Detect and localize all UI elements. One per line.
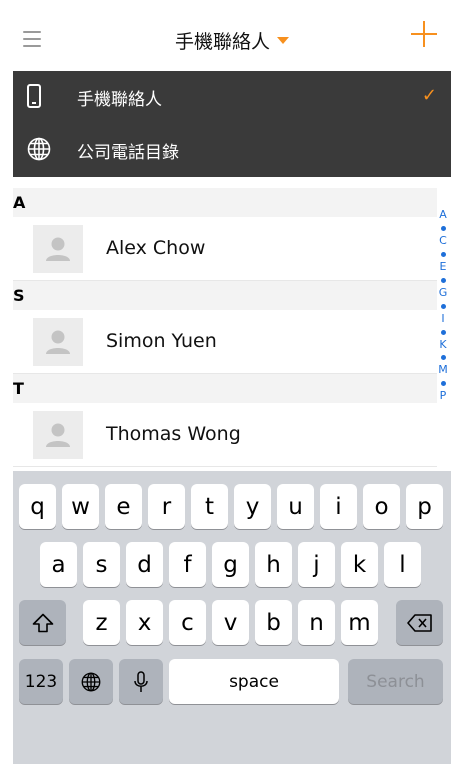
shift-key[interactable] [19,600,66,645]
globe-icon [27,137,51,161]
key-c[interactable]: c [169,600,206,645]
avatar [33,318,83,366]
section-header-t: T [13,374,437,403]
contact-row[interactable]: Thomas Wong [13,403,437,467]
backspace-icon [406,613,432,632]
globe-icon [81,672,101,691]
key-a[interactable]: a [40,542,77,587]
section-header-s: S [13,281,437,310]
dictation-key[interactable] [119,659,163,704]
key-s[interactable]: s [83,542,120,587]
index-letter[interactable]: C [439,234,447,247]
index-letter[interactable]: M [438,363,448,376]
contact-list: A Alex Chow S Simon Yuen T Thomas Wong [13,188,437,467]
index-letter[interactable]: E [440,260,447,273]
page-title: 手機聯絡人 [174,31,270,53]
key-j[interactable]: j [298,542,335,587]
person-icon [46,237,70,261]
dropdown-item-label: 手機聯絡人 [77,90,162,110]
key-f[interactable]: f [169,542,206,587]
title-dropdown-toggle[interactable]: 手機聯絡人 [13,27,451,54]
index-letter[interactable]: K [439,338,446,351]
dropdown-item-label: 公司電話目錄 [77,143,179,163]
key-l[interactable]: l [384,542,421,587]
index-letter[interactable]: A [439,208,447,221]
key-q[interactable]: q [19,484,56,529]
key-e[interactable]: e [105,484,142,529]
key-p[interactable]: p [406,484,443,529]
keyboard: q w e r t y u i o p a s d f g h j k l z … [13,471,451,764]
index-letter[interactable]: G [439,286,448,299]
key-k[interactable]: k [341,542,378,587]
index-letter[interactable]: I [441,312,444,325]
contact-name: Simon Yuen [106,330,217,352]
index-letter[interactable]: P [440,389,447,402]
key-n[interactable]: n [298,600,335,645]
key-b[interactable]: b [255,600,292,645]
source-dropdown: 手機聯絡人 ✓ 公司電話目錄 [13,71,451,177]
key-z[interactable]: z [83,600,120,645]
app-frame: 手機聯絡人 手機聯絡人 ✓ 公司電話目錄 A Alex Chow S Simon… [13,13,451,764]
key-h[interactable]: h [255,542,292,587]
search-key[interactable]: Search [348,659,443,704]
key-g[interactable]: g [212,542,249,587]
microphone-icon [134,670,148,692]
key-w[interactable]: w [62,484,99,529]
globe-key[interactable] [69,659,113,704]
contact-name: Thomas Wong [106,423,241,445]
space-key[interactable]: space [169,659,339,704]
checkmark-icon: ✓ [421,85,437,106]
key-m[interactable]: m [341,600,378,645]
key-o[interactable]: o [363,484,400,529]
alphabet-index[interactable]: A C E G I K M P [437,208,449,467]
shift-arrow-icon [32,613,53,632]
key-r[interactable]: r [148,484,185,529]
avatar [33,225,83,273]
caret-down-icon [277,37,289,44]
key-x[interactable]: x [126,600,163,645]
key-u[interactable]: u [277,484,314,529]
avatar [33,411,83,459]
contact-row[interactable]: Simon Yuen [13,310,437,374]
key-t[interactable]: t [191,484,228,529]
contact-row[interactable]: Alex Chow [13,217,437,281]
dropdown-item-company-directory[interactable]: 公司電話目錄 [13,124,451,177]
section-header-a: A [13,188,437,217]
add-contact-button[interactable] [411,21,437,47]
dropdown-item-phone-contacts[interactable]: 手機聯絡人 ✓ [13,71,451,124]
person-icon [46,330,70,354]
key-v[interactable]: v [212,600,249,645]
header-bar: 手機聯絡人 [13,13,451,71]
backspace-key[interactable] [396,600,443,645]
key-i[interactable]: i [320,484,357,529]
person-icon [46,423,70,447]
phone-icon [27,84,41,108]
contact-name: Alex Chow [106,237,206,259]
key-y[interactable]: y [234,484,271,529]
key-d[interactable]: d [126,542,163,587]
numbers-key[interactable]: 123 [19,659,63,704]
